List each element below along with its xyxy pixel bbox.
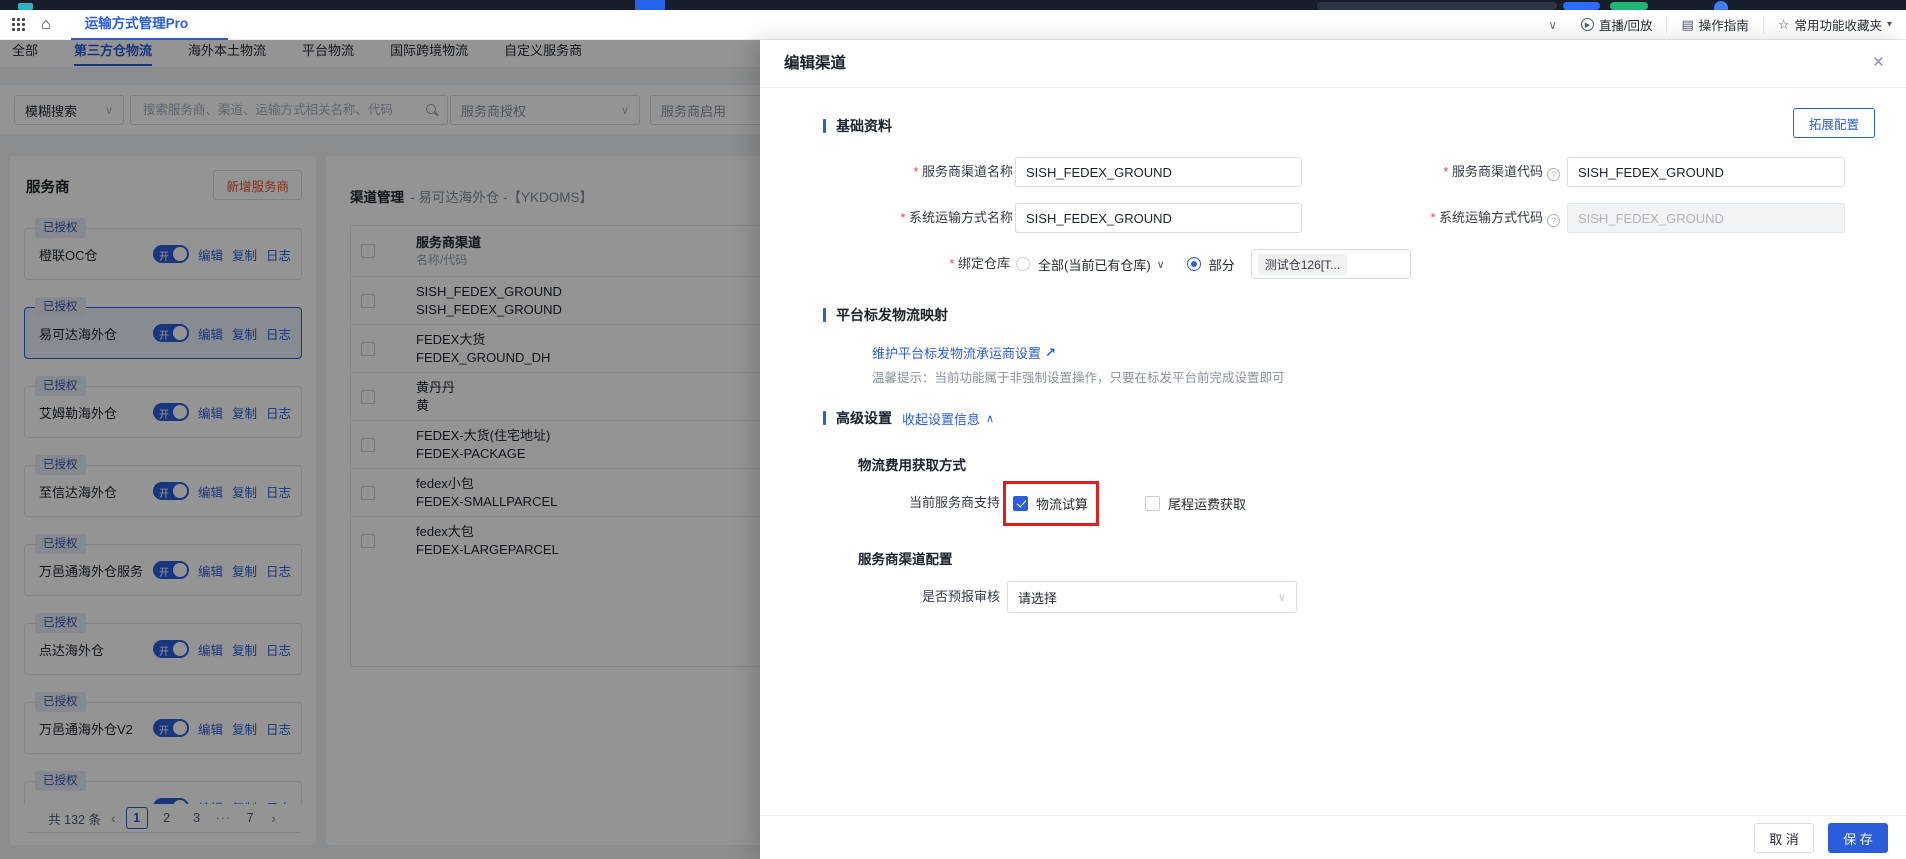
tab-transport-mode-pro[interactable]: 运输方式管理Pro bbox=[71, 10, 229, 40]
chevron-down-icon: ∨ bbox=[1278, 591, 1286, 604]
chevron-down-icon[interactable]: ∨ bbox=[1538, 18, 1567, 32]
bind-warehouse-options: 全部(当前已有仓库) ∨ 部分 测试仓126[T... bbox=[1016, 249, 1411, 279]
cancel-button[interactable]: 取 消 bbox=[1754, 823, 1814, 853]
last-mile-fee-checkbox[interactable] bbox=[1145, 496, 1160, 511]
save-button[interactable]: 保 存 bbox=[1828, 823, 1888, 853]
forecast-review-label: 是否预报审核 bbox=[800, 581, 1000, 613]
channel-code-label: 服务商渠道代码 bbox=[1360, 157, 1560, 187]
radio-all-warehouses[interactable] bbox=[1016, 257, 1030, 271]
home-icon[interactable]: ⌂ bbox=[41, 17, 51, 33]
maintain-mapping-link[interactable]: 维护平台标发物流承运商设置 ↗ bbox=[872, 343, 1056, 362]
section-basic: 基础资料 bbox=[823, 116, 892, 136]
warehouse-multiselect[interactable]: 测试仓126[T... bbox=[1251, 249, 1411, 279]
edit-channel-drawer: 编辑渠道 × 基础资料 拓展配置 服务商渠道名称 服务商渠道代码 系统运输方式名… bbox=[760, 40, 1906, 859]
document-icon: ▤ bbox=[1681, 18, 1693, 31]
star-icon: ☆ bbox=[1778, 18, 1790, 31]
drawer-header: 编辑渠道 × bbox=[760, 40, 1906, 88]
chevron-down-icon[interactable]: ∨ bbox=[1157, 258, 1165, 271]
warehouse-tag: 测试仓126[T... bbox=[1258, 254, 1347, 275]
info-icon bbox=[1547, 168, 1560, 181]
tab-bar: ⌂ 运输方式管理Pro ∨ ▶ 直播/回放 ▤ 操作指南 ☆ 常用功能收藏夹 ▾ bbox=[0, 10, 1906, 40]
live-replay-button[interactable]: ▶ 直播/回放 bbox=[1567, 17, 1666, 33]
forecast-review-select[interactable]: 请选择 ∨ bbox=[1007, 581, 1297, 613]
bind-warehouse-label: 绑定仓库 bbox=[810, 249, 1010, 279]
topbar-search-box bbox=[1317, 2, 1557, 10]
collapse-settings-link[interactable]: 收起设置信息 ∧ bbox=[902, 409, 994, 428]
channel-code-input[interactable] bbox=[1567, 157, 1845, 187]
transport-name-input[interactable] bbox=[1015, 203, 1302, 233]
share-arrow-icon: ↗ bbox=[1045, 345, 1056, 361]
transport-code-label: 系统运输方式代码 bbox=[1360, 203, 1560, 233]
chevron-up-icon: ∧ bbox=[986, 412, 994, 425]
drawer-title: 编辑渠道 bbox=[784, 40, 846, 88]
channel-name-input[interactable] bbox=[1015, 157, 1302, 187]
tabbar-toolbar: ∨ ▶ 直播/回放 ▤ 操作指南 ☆ 常用功能收藏夹 ▾ bbox=[1538, 10, 1906, 40]
fee-method-title: 物流费用获取方式 bbox=[858, 454, 966, 474]
provider-support-label: 当前服务商支持 bbox=[800, 488, 1000, 518]
highlight-annotation bbox=[1003, 481, 1099, 526]
play-circle-icon: ▶ bbox=[1581, 18, 1594, 31]
app-logo bbox=[18, 3, 33, 10]
expand-config-button[interactable]: 拓展配置 bbox=[1793, 108, 1875, 138]
top-app-bar bbox=[0, 0, 1906, 10]
caret-down-icon: ▾ bbox=[1887, 19, 1892, 30]
section-advanced: 高级设置 收起设置信息 ∧ bbox=[823, 408, 994, 428]
drawer-footer: 取 消 保 存 bbox=[760, 815, 1906, 859]
topbar-highlight bbox=[635, 0, 665, 10]
mapping-hint: 温馨提示：当前功能属于非强制设置操作，只要在标发平台前完成设置即可 bbox=[872, 367, 1285, 386]
operation-guide-button[interactable]: ▤ 操作指南 bbox=[1666, 17, 1762, 33]
info-icon bbox=[1547, 214, 1560, 227]
screen: ⌂ 运输方式管理Pro ∨ ▶ 直播/回放 ▤ 操作指南 ☆ 常用功能收藏夹 ▾… bbox=[0, 0, 1906, 859]
favorites-button[interactable]: ☆ 常用功能收藏夹 ▾ bbox=[1763, 17, 1906, 33]
section-platform-mapping: 平台标发物流映射 bbox=[823, 305, 948, 325]
channel-config-title: 服务商渠道配置 bbox=[858, 548, 953, 568]
radio-partial-warehouses[interactable] bbox=[1187, 257, 1201, 271]
transport-code-input bbox=[1567, 203, 1845, 233]
transport-name-label: 系统运输方式名称 bbox=[813, 203, 1013, 233]
apps-grid-icon[interactable] bbox=[12, 18, 25, 31]
channel-name-label: 服务商渠道名称 bbox=[813, 157, 1013, 187]
close-icon[interactable]: × bbox=[1873, 53, 1884, 72]
